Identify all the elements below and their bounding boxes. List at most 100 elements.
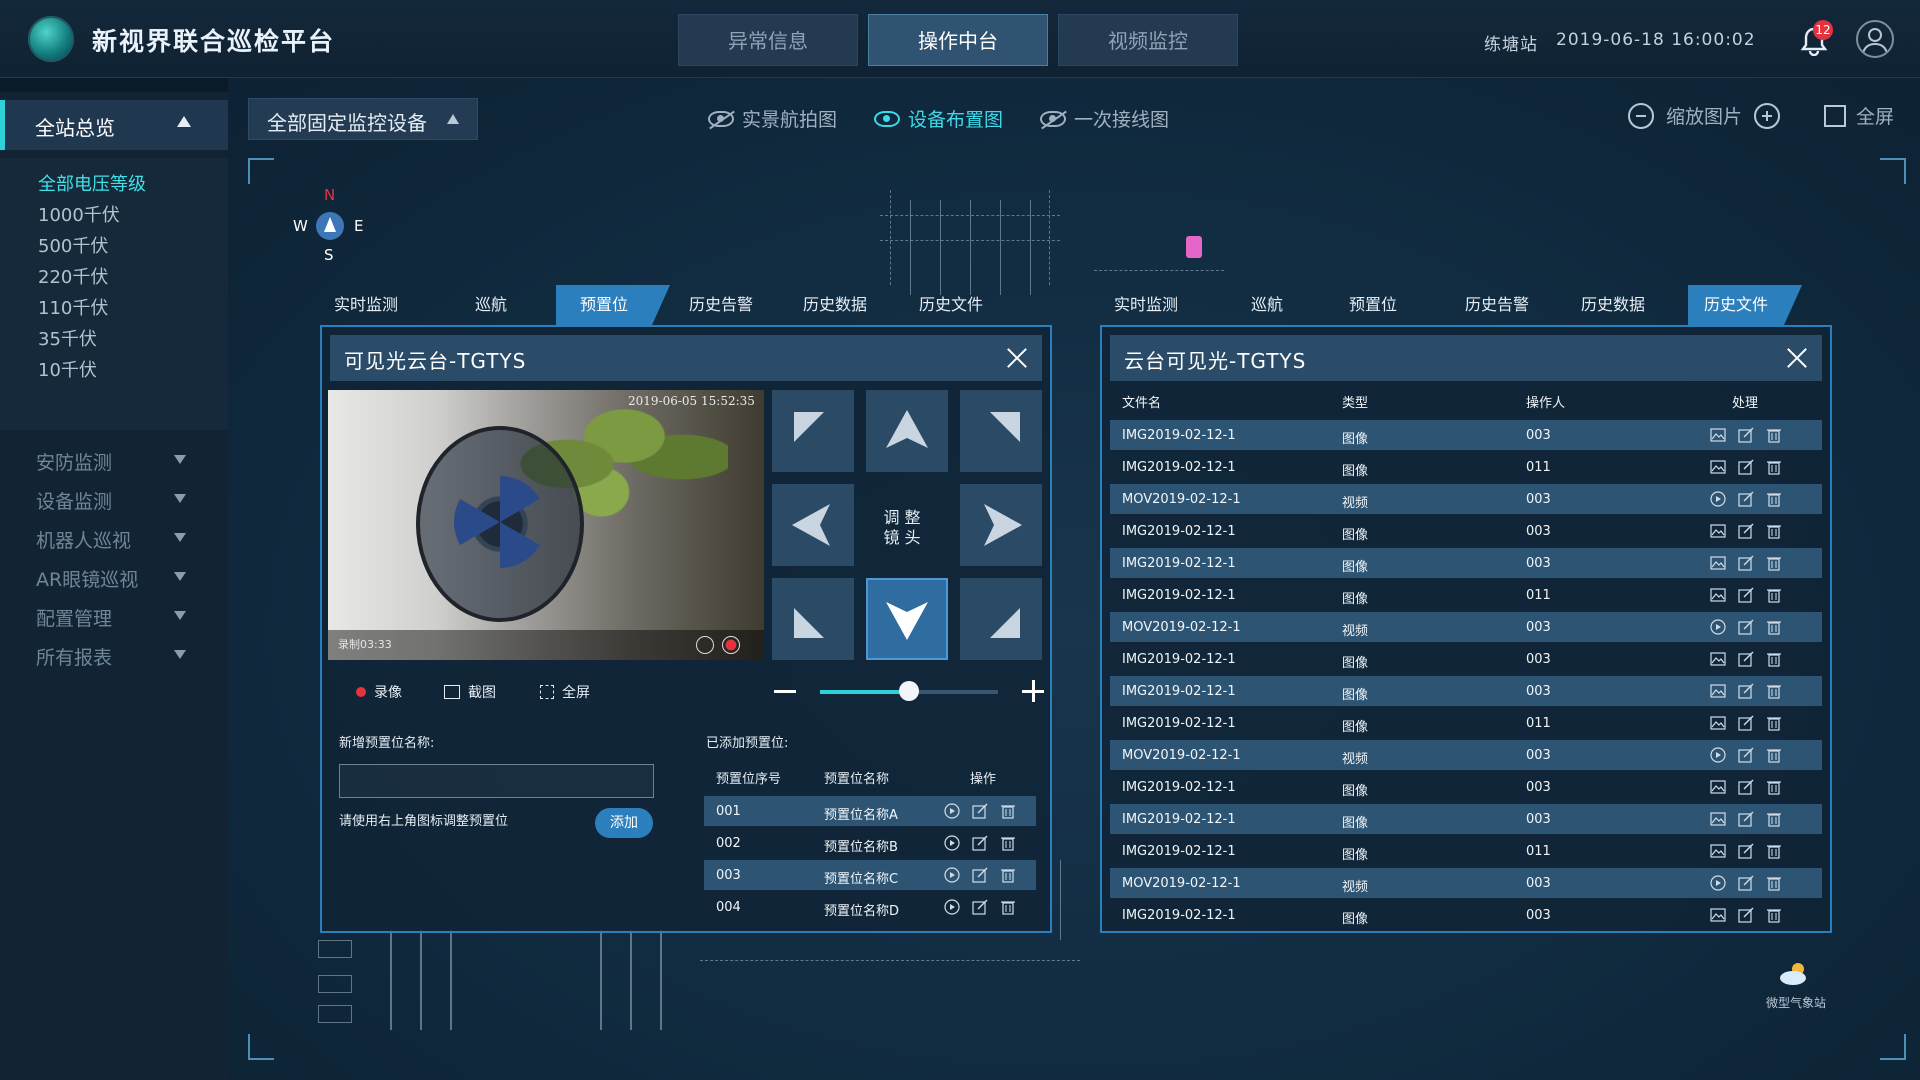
image-icon[interactable] <box>1710 715 1726 731</box>
play-icon[interactable] <box>944 803 960 819</box>
ptz-right-button[interactable] <box>960 484 1042 566</box>
view-aerial[interactable]: 实景航拍图 <box>708 105 837 132</box>
sidebar-item-ar-glasses[interactable]: AR眼镜巡视 <box>36 565 186 592</box>
device-filter-dropdown[interactable]: 全部固定监控设备 <box>248 98 478 140</box>
sensor-marker-icon[interactable] <box>1186 236 1202 258</box>
edit-icon[interactable] <box>972 803 988 819</box>
image-icon[interactable] <box>1710 651 1726 667</box>
file-row[interactable]: IMG2019-02-12-1 图像 003 <box>1110 548 1822 578</box>
voltage-item-500kv[interactable]: 500千伏 <box>38 232 108 258</box>
file-row[interactable]: IMG2019-02-12-1 图像 003 <box>1110 772 1822 802</box>
edit-icon[interactable] <box>1738 523 1754 539</box>
left-tab-data-history[interactable]: 历史数据 <box>790 285 880 325</box>
edit-icon[interactable] <box>972 835 988 851</box>
file-row[interactable]: IMG2019-02-12-1 图像 003 <box>1110 516 1822 546</box>
ptz-down-left-button[interactable] <box>772 578 854 660</box>
left-tab-alarm-history[interactable]: 历史告警 <box>676 285 766 325</box>
trash-icon[interactable] <box>1766 715 1782 731</box>
ptz-down-button[interactable] <box>866 578 948 660</box>
file-row[interactable]: IMG2019-02-12-1 图像 003 <box>1110 900 1822 930</box>
video-fullscreen-button[interactable]: 全屏 <box>540 682 590 702</box>
slider-knob[interactable] <box>899 681 919 701</box>
file-row[interactable]: IMG2019-02-12-1 图像 011 <box>1110 452 1822 482</box>
trash-icon[interactable] <box>1766 587 1782 603</box>
nav-tab-operation[interactable]: 操作中台 <box>868 14 1048 66</box>
sidebar-item-equipment[interactable]: 设备监测 <box>36 487 186 514</box>
image-icon[interactable] <box>1710 811 1726 827</box>
record-dot-icon[interactable] <box>722 636 740 654</box>
edit-icon[interactable] <box>1738 683 1754 699</box>
file-row[interactable]: IMG2019-02-12-1 图像 003 <box>1110 676 1822 706</box>
trash-icon[interactable] <box>1766 491 1782 507</box>
edit-icon[interactable] <box>1738 907 1754 923</box>
play-icon[interactable] <box>944 867 960 883</box>
trash-icon[interactable] <box>1766 843 1782 859</box>
file-row[interactable]: MOV2019-02-12-1 视频 003 <box>1110 484 1822 514</box>
edit-icon[interactable] <box>972 867 988 883</box>
lens-zoom-slider[interactable] <box>820 681 998 701</box>
image-icon[interactable] <box>1710 459 1726 475</box>
edit-icon[interactable] <box>1738 715 1754 731</box>
snapshot-button[interactable]: 截图 <box>444 682 496 702</box>
close-icon[interactable] <box>1786 347 1808 369</box>
edit-icon[interactable] <box>1738 555 1754 571</box>
right-tab-preset[interactable]: 预置位 <box>1328 285 1418 325</box>
zoom-plus-icon[interactable] <box>1022 680 1044 702</box>
image-icon[interactable] <box>1710 779 1726 795</box>
voltage-item-220kv[interactable]: 220千伏 <box>38 263 108 289</box>
trash-icon[interactable] <box>1766 619 1782 635</box>
trash-icon[interactable] <box>1766 811 1782 827</box>
trash-icon[interactable] <box>1766 523 1782 539</box>
ptz-up-button[interactable] <box>866 390 948 472</box>
ptz-up-left-button[interactable] <box>772 390 854 472</box>
file-row[interactable]: MOV2019-02-12-1 视频 003 <box>1110 868 1822 898</box>
sidebar-item-robot[interactable]: 机器人巡视 <box>36 526 186 553</box>
edit-icon[interactable] <box>1738 491 1754 507</box>
edit-icon[interactable] <box>1738 747 1754 763</box>
preset-row[interactable]: 002 预置位名称B <box>704 828 1036 858</box>
file-row[interactable]: IMG2019-02-12-1 图像 003 <box>1110 804 1822 834</box>
right-tab-alarm-history[interactable]: 历史告警 <box>1452 285 1542 325</box>
voltage-item-10kv[interactable]: 10千伏 <box>38 356 97 382</box>
edit-icon[interactable] <box>1738 843 1754 859</box>
play-icon[interactable] <box>1710 875 1726 891</box>
edit-icon[interactable] <box>1738 459 1754 475</box>
weather-icon[interactable] <box>1778 960 1812 986</box>
play-icon[interactable] <box>944 899 960 915</box>
sidebar-item-config[interactable]: 配置管理 <box>36 604 186 631</box>
trash-icon[interactable] <box>1000 899 1016 915</box>
sidebar-section-overview[interactable]: 全站总览 <box>0 100 228 150</box>
trash-icon[interactable] <box>1766 427 1782 443</box>
add-preset-button[interactable]: 添加 <box>595 808 653 838</box>
trash-icon[interactable] <box>1000 803 1016 819</box>
ptz-left-button[interactable] <box>772 484 854 566</box>
left-tab-realtime[interactable]: 实时监测 <box>320 285 412 325</box>
user-avatar-icon[interactable] <box>1856 20 1894 58</box>
ptz-up-right-button[interactable] <box>960 390 1042 472</box>
image-icon[interactable] <box>1710 843 1726 859</box>
voltage-item-110kv[interactable]: 110千伏 <box>38 294 108 320</box>
sidebar-item-security[interactable]: 安防监测 <box>36 448 186 475</box>
edit-icon[interactable] <box>1738 811 1754 827</box>
nav-tab-anomaly[interactable]: 异常信息 <box>678 14 858 66</box>
nav-tab-video[interactable]: 视频监控 <box>1058 14 1238 66</box>
trash-icon[interactable] <box>1766 747 1782 763</box>
file-row[interactable]: IMG2019-02-12-1 图像 003 <box>1110 420 1822 450</box>
file-row[interactable]: MOV2019-02-12-1 视频 003 <box>1110 612 1822 642</box>
play-icon[interactable] <box>1710 491 1726 507</box>
edit-icon[interactable] <box>1738 619 1754 635</box>
file-row[interactable]: MOV2019-02-12-1 视频 003 <box>1110 740 1822 770</box>
left-tab-preset[interactable]: 预置位 <box>556 285 670 325</box>
preset-row[interactable]: 001 预置位名称A <box>704 796 1036 826</box>
view-wiring[interactable]: 一次接线图 <box>1040 105 1169 132</box>
right-tab-realtime[interactable]: 实时监测 <box>1100 285 1192 325</box>
edit-icon[interactable] <box>1738 587 1754 603</box>
sidebar-item-reports[interactable]: 所有报表 <box>36 643 186 670</box>
trash-icon[interactable] <box>1766 779 1782 795</box>
image-icon[interactable] <box>1710 523 1726 539</box>
preset-name-input[interactable] <box>339 764 654 798</box>
edit-icon[interactable] <box>1738 427 1754 443</box>
edit-icon[interactable] <box>1738 875 1754 891</box>
close-icon[interactable] <box>1006 347 1028 369</box>
record-button[interactable]: 录像 <box>356 682 402 702</box>
